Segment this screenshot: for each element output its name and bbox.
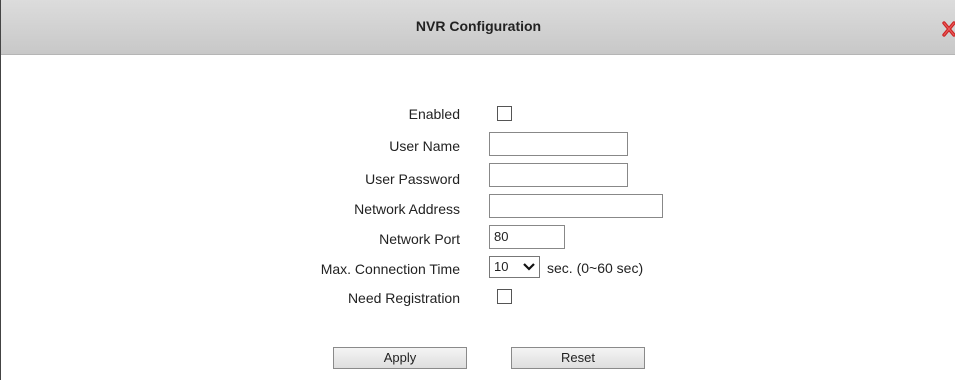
max-connection-time-label: Max. Connection Time xyxy=(320,261,460,277)
network-port-input[interactable]: 80 xyxy=(489,225,565,249)
max-connection-time-value: 10 xyxy=(494,259,509,274)
enabled-label: Enabled xyxy=(408,106,460,122)
chevron-down-icon xyxy=(523,263,535,271)
user-password-input[interactable] xyxy=(489,163,628,187)
apply-button[interactable]: Apply xyxy=(333,347,467,369)
max-connection-time-select[interactable]: 10 xyxy=(489,256,540,278)
need-registration-checkbox[interactable] xyxy=(497,289,512,304)
nvr-configuration-dialog: NVR Configuration Enabled User Name User… xyxy=(0,0,955,380)
user-name-label: User Name xyxy=(389,138,460,154)
dialog-title: NVR Configuration xyxy=(415,18,542,34)
network-port-label: Network Port xyxy=(379,231,460,247)
enabled-checkbox[interactable] xyxy=(497,106,512,121)
close-icon[interactable] xyxy=(942,21,955,37)
max-connection-time-hint: sec. (0~60 sec) xyxy=(547,260,644,276)
user-password-label: User Password xyxy=(365,171,460,187)
reset-button[interactable]: Reset xyxy=(511,347,645,369)
dialog-titlebar: NVR Configuration xyxy=(1,0,955,55)
network-address-input[interactable] xyxy=(489,194,663,218)
network-address-label: Network Address xyxy=(354,201,460,217)
user-name-input[interactable] xyxy=(489,132,628,156)
need-registration-label: Need Registration xyxy=(347,290,460,306)
